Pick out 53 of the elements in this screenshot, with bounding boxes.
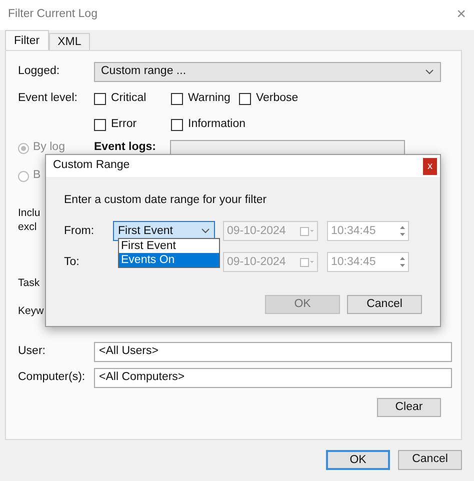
checkbox-label: Verbose	[256, 91, 298, 106]
field-label: User:	[18, 344, 46, 359]
field-label: Computer(s):	[18, 370, 86, 385]
tab[interactable]: Filter	[5, 30, 49, 50]
field-label: Keyw	[18, 304, 44, 319]
chevron-down-icon	[201, 228, 210, 234]
date-value: 09-10-2024	[227, 254, 286, 270]
field-label: Event level:	[18, 91, 78, 106]
dropdown-option[interactable]: First Event	[119, 239, 219, 253]
spinner-icon	[399, 255, 406, 270]
chevron-down-icon	[425, 69, 434, 75]
radio-label: By log	[33, 140, 65, 156]
date-value: 09-10-2024	[227, 224, 286, 239]
calendar-icon	[300, 258, 314, 267]
close-button[interactable]: x	[423, 158, 437, 174]
field-label: To:	[64, 254, 80, 270]
checkbox-label: Warning	[188, 91, 230, 106]
checkbox[interactable]	[94, 119, 106, 131]
radio-label: B	[33, 168, 41, 184]
dialog-title: Custom Range	[53, 158, 130, 174]
field-label: Logged:	[18, 64, 61, 80]
dropdown-value: Custom range ...	[101, 64, 186, 80]
checkbox-label: Information	[188, 117, 246, 132]
checkbox[interactable]	[239, 93, 251, 105]
logged-dropdown[interactable]: Custom range ...	[94, 62, 441, 82]
window-title: Filter Current Log	[8, 7, 98, 22]
field-label: Task	[18, 276, 40, 291]
ok-button[interactable]: OK	[326, 450, 390, 470]
computer-field[interactable]: <All Computers>	[94, 368, 452, 388]
spinner-icon	[399, 224, 406, 238]
checkbox[interactable]	[94, 93, 106, 105]
user-field[interactable]: <All Users>	[94, 342, 452, 362]
cancel-button[interactable]: Cancel	[398, 450, 462, 470]
time-value: 10:34:45	[331, 254, 376, 270]
close-button[interactable]: ×	[456, 7, 466, 23]
time-value: 10:34:45	[331, 224, 376, 239]
field-label: From:	[64, 224, 96, 239]
cancel-button[interactable]: Cancel	[347, 295, 422, 314]
checkbox[interactable]	[171, 93, 183, 105]
field-label: Inclu	[18, 206, 40, 220]
prompt-text: Enter a custom date range for your filter	[64, 193, 267, 208]
field-label: excl	[18, 220, 37, 234]
calendar-icon	[300, 226, 314, 236]
checkbox-label: Critical	[111, 91, 146, 106]
radio-button[interactable]	[18, 170, 29, 182]
clear-button[interactable]: Clear	[377, 398, 441, 416]
radio-button[interactable]	[18, 142, 29, 154]
checkbox-label: Error	[111, 117, 137, 132]
dropdown-value: First Event	[118, 224, 173, 239]
field-label: Event logs:	[94, 140, 157, 156]
dropdown-option[interactable]: Events On	[119, 253, 219, 267]
checkbox[interactable]	[171, 119, 183, 131]
tab[interactable]: XML	[48, 33, 90, 50]
